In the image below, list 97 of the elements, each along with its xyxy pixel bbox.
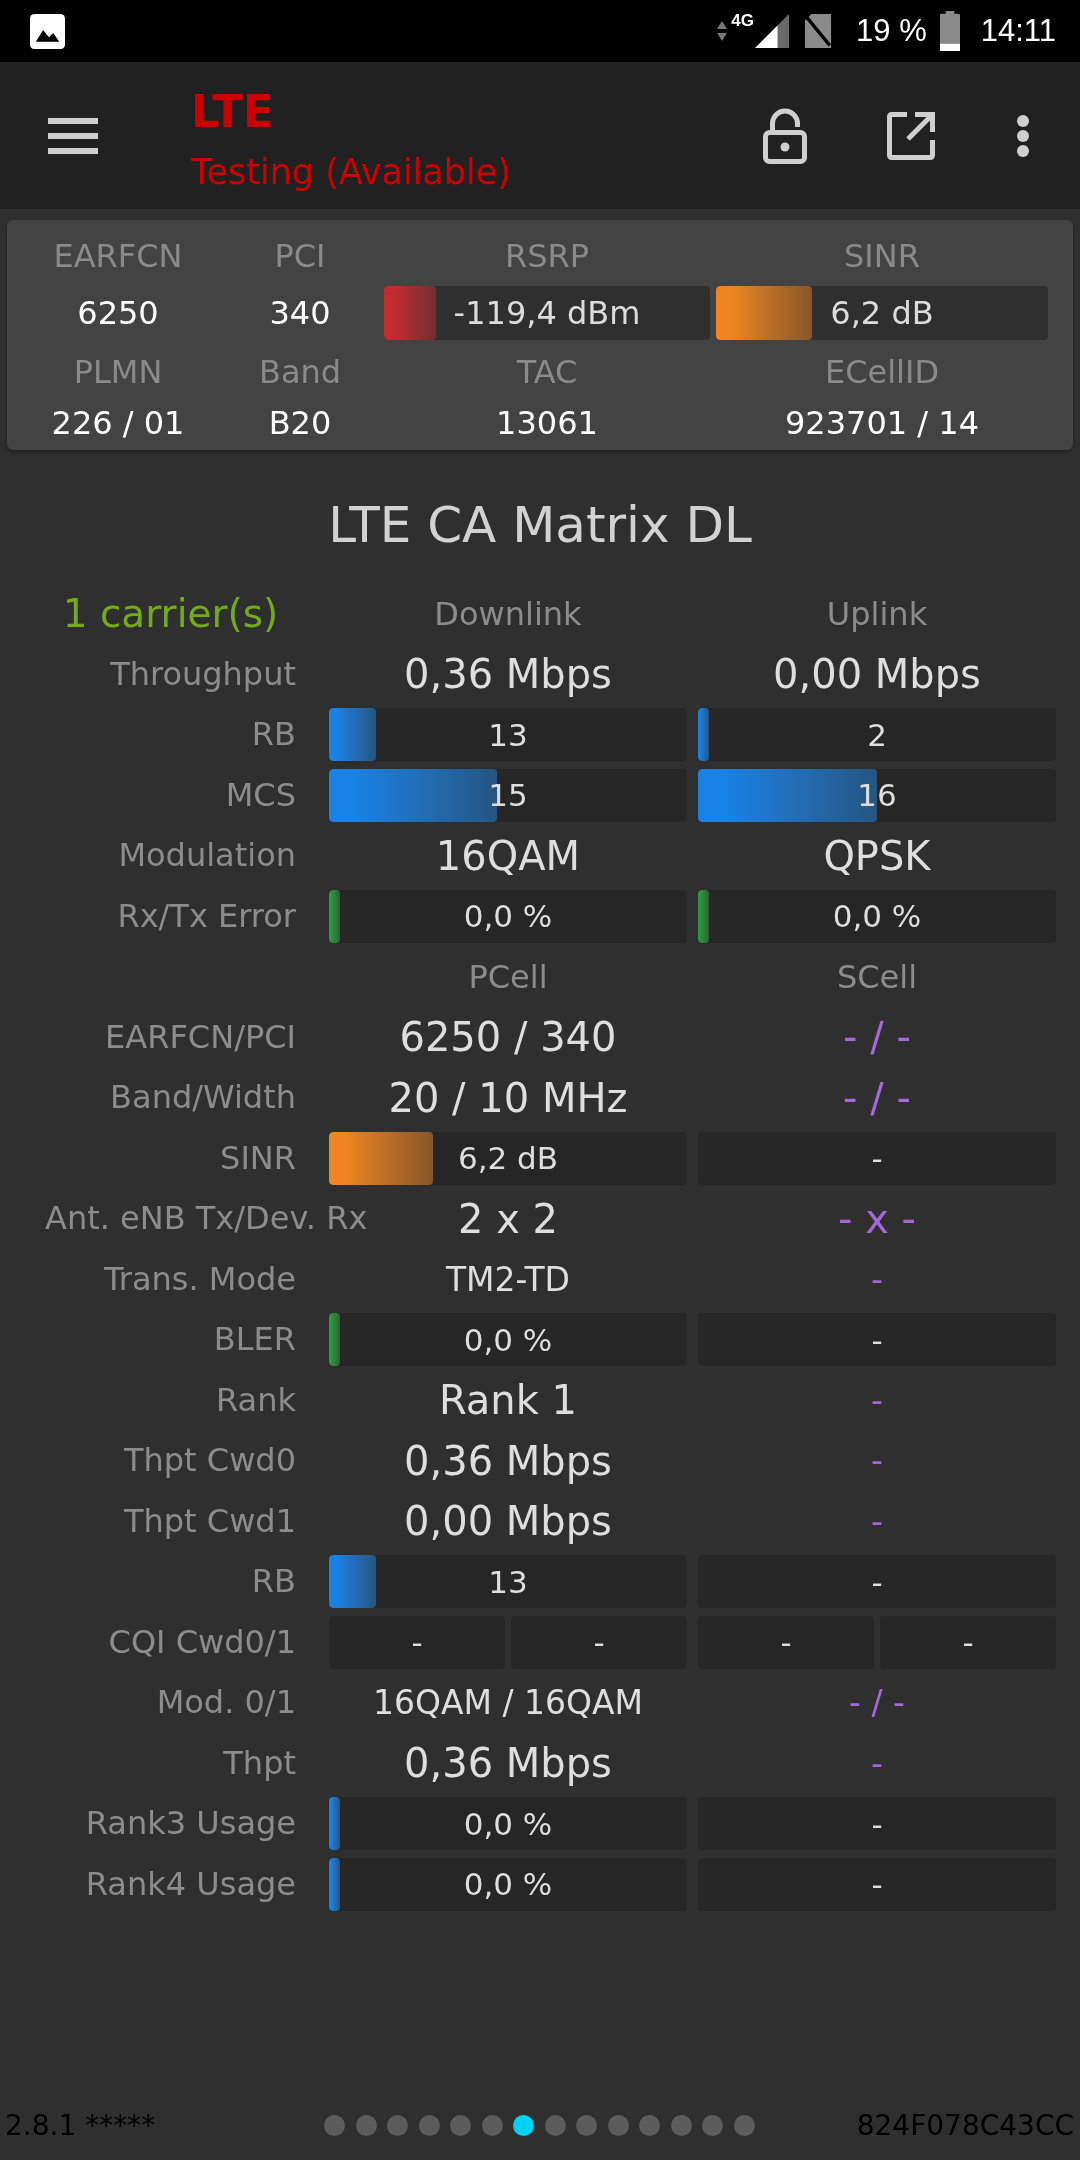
network-title: LTE [191, 84, 274, 140]
metric-value: 16QAM / 16QAM [372, 1683, 644, 1722]
column-heading: Uplink [826, 594, 928, 633]
meter-value: - [593, 1624, 605, 1660]
network-type: 4G [731, 12, 755, 30]
field-label: ECellID [824, 353, 940, 391]
metric-value: 0,36 Mbps [404, 1437, 612, 1484]
metric-value: QPSK [823, 832, 931, 879]
metric-value: 0,00 Mbps [773, 651, 981, 697]
metric-value: 0,36 Mbps [404, 651, 612, 697]
meter-value: - [411, 1624, 423, 1660]
meter-value: 0,0 % [463, 1805, 553, 1842]
metric-value: - [871, 1441, 883, 1480]
meter-value: 2 [867, 716, 887, 753]
meter-value: 13 [488, 716, 528, 753]
row-label: EARFCN/PCI [105, 1017, 296, 1056]
column-heading: SCell [836, 957, 918, 996]
meter-value: 0,0 % [463, 898, 553, 934]
meter-value: - [780, 1624, 792, 1660]
row-label: Thpt Cwd1 [123, 1501, 296, 1540]
meter-value: 0,0 % [832, 898, 922, 934]
meter-value: 13 [488, 1563, 528, 1600]
row-label: Mod. 0/1 [156, 1683, 296, 1721]
screen-title: LTE CA Matrix DL [328, 496, 752, 554]
field-value: 13061 [496, 404, 598, 442]
image-icon [30, 13, 65, 49]
external-link-icon[interactable] [887, 111, 935, 160]
row-label: SINR [220, 1138, 296, 1177]
row-label: BLER [213, 1320, 296, 1358]
metric-value: 0,00 Mbps [404, 1498, 612, 1544]
field-value: 226 / 01 [51, 404, 185, 442]
meter-value: 6,2 dB [457, 1140, 559, 1176]
battery-icon [939, 11, 960, 51]
padlock-icon[interactable] [763, 107, 807, 164]
row-label: Rank3 Usage [85, 1804, 296, 1842]
no-sim-icon [804, 14, 833, 48]
row-label: Trans. Mode [103, 1259, 296, 1298]
meter-value: 6,2 dB [830, 294, 934, 332]
row-label: MCS [225, 775, 296, 814]
row-label: Band/Width [110, 1078, 296, 1116]
field-label: PCI [274, 237, 326, 275]
meter-value: - [962, 1624, 974, 1660]
more-icon[interactable] [1016, 113, 1030, 158]
data-arrows-icon [717, 21, 728, 41]
row-label: Rank [216, 1380, 296, 1419]
row-label: Thpt Cwd0 [123, 1441, 296, 1479]
row-label: Rank4 Usage [85, 1864, 296, 1903]
metric-value: - [871, 1380, 883, 1420]
metric-value: - [871, 1259, 883, 1299]
clock: 14:11 [980, 13, 1056, 49]
metric-value: - [871, 1743, 883, 1783]
metric-value: 2 x 2 [458, 1195, 558, 1242]
metric-value: - x - [838, 1195, 916, 1242]
battery-level: 19 % [856, 13, 927, 49]
meter-value: -119,4 dBm [453, 294, 641, 332]
row-label: Thpt [223, 1743, 296, 1782]
metric-value: - [871, 1501, 883, 1541]
row-label: Throughput [110, 654, 296, 693]
column-heading: PCell [468, 957, 548, 996]
metric-value: 16QAM [435, 832, 581, 879]
test-status: Testing (Available) [191, 151, 511, 194]
field-value: 923701 / 14 [785, 404, 979, 442]
row-label: RB [251, 1562, 296, 1600]
meter-value: - [871, 1866, 883, 1902]
column-heading: Downlink [434, 594, 582, 633]
field-label: Band [258, 353, 342, 391]
metric-value: TM2-TD [445, 1259, 571, 1299]
metric-value: 20 / 10 MHz [388, 1074, 628, 1121]
field-label: EARFCN [53, 237, 183, 275]
field-value: 340 [269, 294, 331, 332]
metric-value: 6250 / 340 [399, 1014, 617, 1060]
field-label: PLMN [73, 353, 163, 391]
meter-value: 0,0 % [463, 1866, 553, 1902]
meter-value: - [871, 1140, 883, 1176]
field-label: SINR [844, 237, 920, 275]
row-label: Modulation [118, 836, 296, 874]
menu-icon[interactable] [48, 117, 98, 154]
field-value: 6250 [77, 294, 159, 332]
row-label: Ant. eNB Tx/Dev. Rx [45, 1199, 368, 1237]
metric-value: 0,36 Mbps [404, 1740, 612, 1786]
metric-value: Rank 1 [438, 1377, 578, 1423]
metric-value: - / - [843, 1014, 911, 1060]
meter-value: - [871, 1321, 883, 1358]
row-label: Rx/Tx Error [117, 896, 296, 935]
metric-value: - / - [849, 1683, 905, 1722]
meter-value: 15 [488, 777, 528, 813]
field-value: B20 [268, 404, 332, 442]
row-label: RB [251, 715, 296, 753]
meter-value: 0,0 % [463, 1321, 553, 1358]
row-label: CQI Cwd0/1 [108, 1622, 296, 1661]
meter-value: - [871, 1805, 883, 1842]
carrier-count: 1 carrier(s) [62, 591, 279, 636]
signal-icon [755, 14, 790, 48]
field-label: TAC [516, 353, 578, 391]
meter-value: - [871, 1563, 883, 1600]
field-label: RSRP [504, 237, 590, 275]
metric-value: - / - [843, 1074, 911, 1121]
